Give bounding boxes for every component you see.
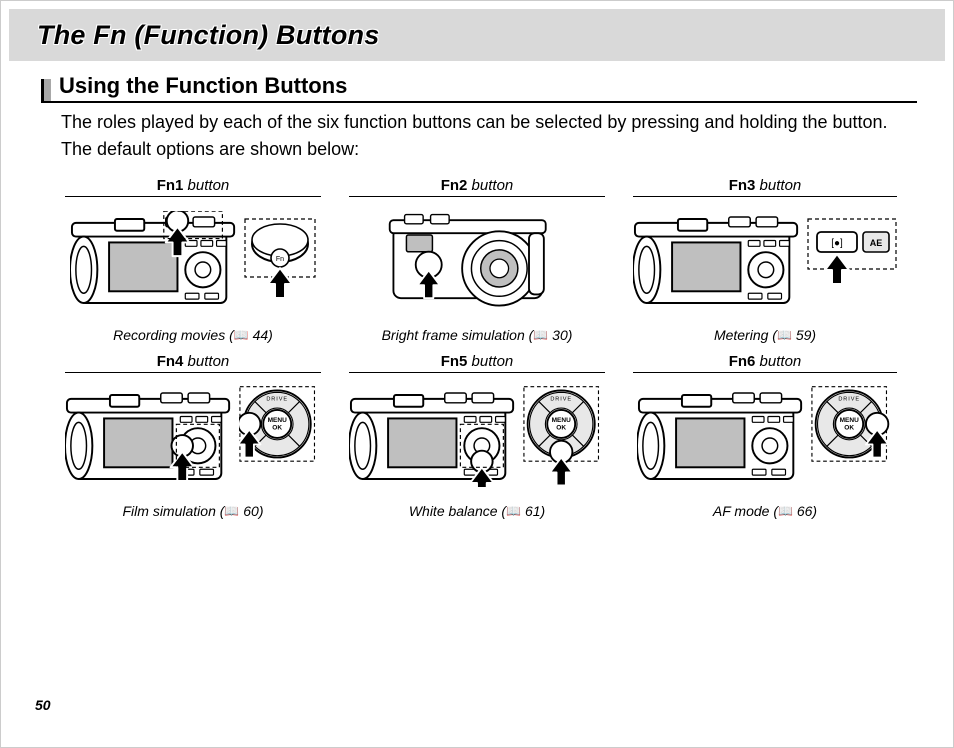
caption-close: ) — [541, 503, 546, 519]
fn-illustration — [65, 377, 321, 497]
fn-illustration: [●] AE — [633, 201, 897, 321]
title-bar: The Fn (Function) Buttons — [9, 9, 945, 61]
svg-text:AE: AE — [870, 238, 883, 248]
caption-text: Film simulation ( — [123, 503, 225, 519]
fn-label-suffix: button — [467, 177, 513, 194]
fn-label-suffix: button — [183, 353, 229, 370]
section-heading-row: Using the Function Buttons — [41, 73, 917, 103]
fn-label: Fn6 button — [633, 353, 897, 373]
fn-label-suffix: button — [755, 177, 801, 194]
caption-close: ) — [568, 327, 573, 343]
dial-callout-icon: Fn — [244, 218, 316, 304]
function-button-grid: Fn1 button Fn Recording movies (📖 44) Fn… — [65, 177, 893, 519]
caption-text: Bright frame simulation ( — [382, 327, 534, 343]
caption-text: Recording movies ( — [113, 327, 234, 343]
page-ref-icon: 📖 — [224, 504, 239, 518]
fn-label: Fn5 button — [349, 353, 605, 373]
fn-label: Fn3 button — [633, 177, 897, 197]
caption-close: ) — [268, 327, 273, 343]
camera-diagram-icon — [633, 211, 803, 311]
caption-page: 59 — [796, 327, 812, 343]
page-number: 50 — [35, 697, 51, 713]
camera-diagram-icon — [70, 211, 240, 311]
caption-text: White balance ( — [409, 503, 506, 519]
caption-close: ) — [812, 503, 817, 519]
ael-callout-icon: [●] AE — [807, 218, 897, 304]
function-button-cell: Fn3 button [●] AE Metering (📖 59) — [633, 177, 897, 343]
fn-illustration: Fn — [65, 201, 321, 321]
svg-text:Fn: Fn — [276, 256, 284, 263]
fn-illustration — [349, 201, 605, 321]
fn-name: Fn4 — [157, 353, 184, 370]
page-ref-icon: 📖 — [778, 504, 793, 518]
fn-caption: Film simulation (📖 60) — [123, 503, 264, 519]
fn-name: Fn1 — [157, 177, 184, 194]
fn-label-suffix: button — [755, 353, 801, 370]
fn-illustration — [633, 377, 897, 497]
caption-page: 44 — [253, 327, 269, 343]
fn-label-suffix: button — [183, 177, 229, 194]
function-button-cell: Fn1 button Fn Recording movies (📖 44) — [65, 177, 321, 343]
fn-label: Fn4 button — [65, 353, 321, 373]
intro-paragraph: The roles played by each of the six func… — [61, 109, 913, 163]
page-ref-icon: 📖 — [777, 328, 792, 342]
function-button-cell: Fn2 button Bright frame simulation (📖 30… — [349, 177, 605, 343]
function-button-cell: Fn5 button White balance (📖 61) — [349, 353, 605, 519]
caption-text: Metering ( — [714, 327, 777, 343]
caption-close: ) — [259, 503, 264, 519]
caption-page: 61 — [525, 503, 541, 519]
section-heading: Using the Function Buttons — [59, 73, 347, 99]
fn-caption: Metering (📖 59) — [714, 327, 816, 343]
fn-name: Fn6 — [729, 353, 756, 370]
function-button-cell: Fn4 button Film simulation (📖 60) — [65, 353, 321, 519]
fn-label: Fn2 button — [349, 177, 605, 197]
dpad-callout-icon — [811, 385, 893, 489]
page-ref-icon: 📖 — [234, 328, 249, 342]
page-ref-icon: 📖 — [533, 328, 548, 342]
caption-text: AF mode ( — [713, 503, 778, 519]
svg-text:[●]: [●] — [831, 238, 843, 249]
caption-page: 60 — [243, 503, 259, 519]
camera-diagram-icon — [637, 387, 807, 487]
fn-name: Fn5 — [441, 353, 468, 370]
fn-caption: Bright frame simulation (📖 30) — [382, 327, 573, 343]
fn-caption: Recording movies (📖 44) — [113, 327, 273, 343]
dpad-callout-icon — [239, 385, 321, 489]
function-button-cell: Fn6 button AF mode (📖 66) — [633, 353, 897, 519]
fn-caption: White balance (📖 61) — [409, 503, 545, 519]
section-marker-icon — [41, 79, 51, 101]
fn-caption: AF mode (📖 66) — [713, 503, 817, 519]
camera-diagram-icon — [349, 387, 519, 487]
camera-diagram-icon — [382, 209, 572, 313]
dpad-callout-icon — [523, 385, 605, 489]
fn-name: Fn3 — [729, 177, 756, 194]
caption-page: 66 — [797, 503, 813, 519]
fn-label: Fn1 button — [65, 177, 321, 197]
caption-close: ) — [811, 327, 816, 343]
page-ref-icon: 📖 — [506, 504, 521, 518]
page-title: The Fn (Function) Buttons — [37, 20, 379, 51]
caption-page: 30 — [552, 327, 568, 343]
fn-label-suffix: button — [467, 353, 513, 370]
fn-illustration — [349, 377, 605, 497]
section: Using the Function Buttons The roles pla… — [41, 73, 917, 519]
fn-name: Fn2 — [441, 177, 468, 194]
camera-diagram-icon — [65, 387, 235, 487]
